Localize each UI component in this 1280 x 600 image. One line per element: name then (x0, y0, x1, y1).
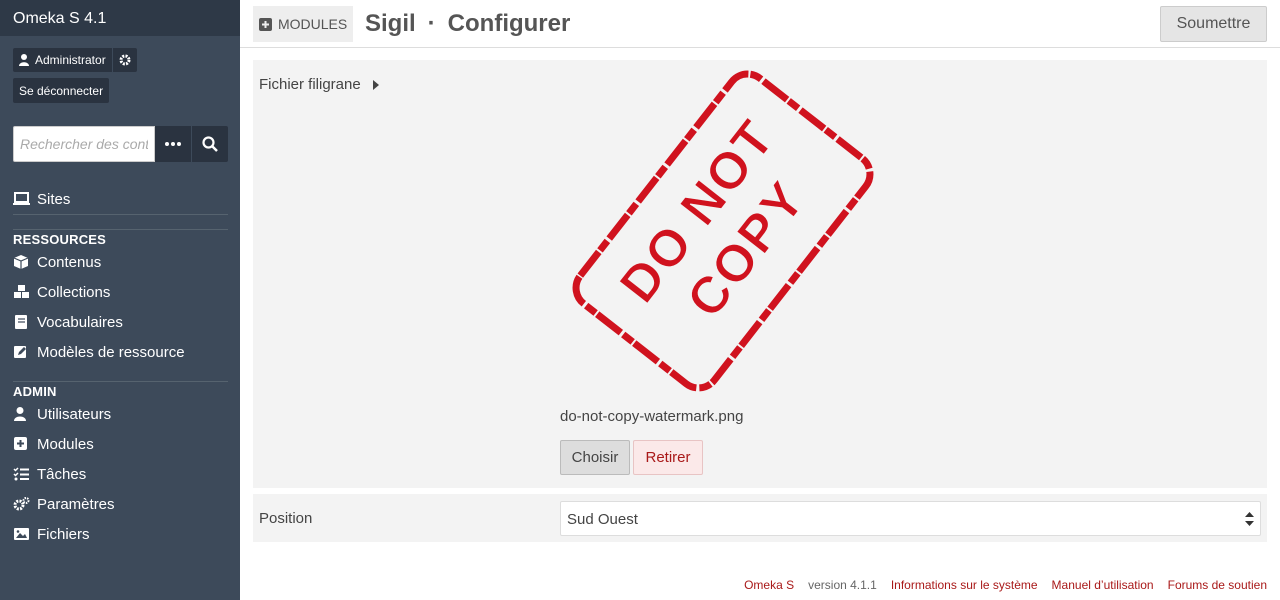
user-settings-button[interactable] (112, 48, 137, 72)
nav-item-users[interactable]: Utilisateurs (13, 399, 228, 429)
position-label: Position (259, 510, 313, 527)
nav-item-assets[interactable]: Fichiers (13, 519, 228, 549)
cogs-icon (13, 497, 30, 511)
nav-label: Vocabulaires (37, 313, 123, 331)
nav-label: Modèles de ressource (37, 343, 185, 361)
search-icon (202, 136, 218, 152)
footer-version: version 4.1.1 (808, 578, 877, 592)
position-select-value: Sud Ouest (567, 511, 638, 528)
logout-button[interactable]: Se déconnecter (13, 78, 110, 103)
caret-right-icon (372, 79, 379, 90)
image-icon (14, 528, 29, 540)
nav-item-settings[interactable]: Paramètres (13, 489, 228, 519)
nav-heading-resources: RESSOURCES (13, 229, 228, 247)
edit-icon (14, 346, 26, 358)
user-bar: Administrator (13, 48, 137, 72)
user-button[interactable]: Administrator (13, 48, 112, 72)
nav-item-items[interactable]: Contenus (13, 247, 228, 277)
section-label[interactable]: Modules (253, 6, 354, 42)
position-select[interactable]: Sud Ouest (560, 501, 1261, 536)
watermark-preview-image: DO NOT COPY (572, 70, 874, 392)
nav-item-jobs[interactable]: Tâches (13, 459, 228, 489)
nav-item-resource-templates[interactable]: Modèles de ressource (13, 337, 228, 367)
watermark-label[interactable]: Fichier filigrane (259, 76, 379, 93)
main-nav: Sites RESSOURCES Contenus Collections Vo… (13, 184, 228, 549)
position-field: Position Sud Ouest (253, 494, 1267, 542)
nav-item-item-sets[interactable]: Collections (13, 277, 228, 307)
nav-label: Paramètres (37, 495, 115, 513)
nav-label: Fichiers (37, 525, 90, 543)
footer-system-info-link[interactable]: Informations sur le système (891, 578, 1038, 592)
app-title[interactable]: Omeka S 4.1 (0, 0, 240, 36)
page-title: Sigil · Configurer (365, 10, 570, 38)
user-name: Administrator (35, 53, 106, 67)
watermark-filename: do-not-copy-watermark.png (560, 408, 744, 425)
laptop-icon (13, 192, 30, 205)
nav-heading-admin: ADMIN (13, 381, 228, 399)
nav-label: Sites (37, 190, 71, 208)
search-submit-button[interactable] (192, 126, 228, 162)
footer: Omeka S version 4.1.1 Informations sur l… (730, 578, 1267, 592)
choose-file-button[interactable]: Choisir (560, 440, 630, 475)
page-header: Modules Sigil · Configurer Soumettre (240, 0, 1280, 48)
ellipsis-icon (165, 142, 181, 146)
user-icon (14, 407, 26, 421)
user-icon (19, 54, 29, 66)
nav-label: Contenus (37, 253, 102, 271)
page-action: Configurer (447, 10, 571, 37)
title-separator: · (427, 10, 436, 37)
search-options-button[interactable] (155, 126, 191, 162)
nav-item-vocabularies[interactable]: Vocabulaires (13, 307, 228, 337)
watermark-label-text: Fichier filigrane (259, 76, 361, 93)
select-arrows-icon (1245, 512, 1254, 526)
book-icon (15, 315, 27, 329)
module-name: Sigil (365, 10, 416, 37)
cube-icon (13, 255, 29, 269)
submit-button[interactable]: Soumettre (1160, 6, 1267, 42)
cubes-icon (14, 285, 29, 298)
nav-label: Modules (37, 435, 94, 453)
nav-label: Tâches (37, 465, 87, 483)
footer-omeka-link[interactable]: Omeka S (744, 578, 794, 592)
search-form (13, 126, 228, 162)
gear-icon (119, 54, 131, 66)
watermark-field: Fichier filigrane DO NOT COPY do-not-cop… (253, 60, 1267, 488)
plus-square-icon (14, 437, 27, 450)
nav-label: Collections (37, 283, 111, 301)
footer-forums-link[interactable]: Forums de soutien (1168, 578, 1267, 592)
nav-item-sites[interactable]: Sites (13, 184, 228, 214)
plus-square-icon (259, 17, 272, 31)
nav-divider (13, 214, 228, 215)
nav-item-modules[interactable]: Modules (13, 429, 228, 459)
nav-label: Utilisateurs (37, 405, 112, 423)
tasks-icon (13, 467, 29, 481)
search-input[interactable] (13, 126, 155, 162)
section-label-text: Modules (278, 16, 348, 32)
remove-file-button[interactable]: Retirer (633, 440, 703, 475)
sidebar: Omeka S 4.1 Administrator Se déconnecter… (0, 0, 240, 600)
footer-manual-link[interactable]: Manuel d’utilisation (1052, 578, 1154, 592)
